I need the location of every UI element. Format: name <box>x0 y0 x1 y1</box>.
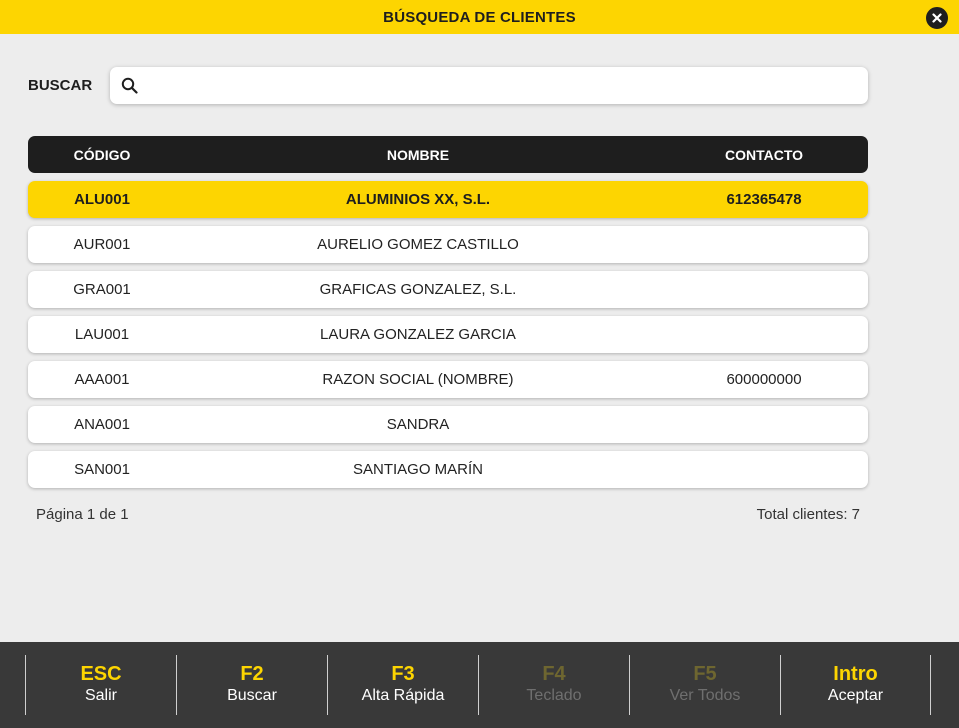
fkey-label: Teclado <box>526 687 582 704</box>
column-header-contact[interactable]: CONTACTO <box>660 147 868 163</box>
search-label: BUSCAR <box>28 77 93 94</box>
intro-accept-button[interactable]: Intro Aceptar <box>780 655 931 715</box>
cell-name: ALUMINIOS XX, S.L. <box>345 191 491 208</box>
cell-name: SANTIAGO MARÍN <box>352 461 483 478</box>
table-row[interactable]: AUR001 AURELIO GOMEZ CASTILLO <box>28 226 868 263</box>
cell-name: LAURA GONZALEZ GARCIA <box>320 326 516 343</box>
f4-keyboard-button[interactable]: F4 Teclado <box>478 655 629 715</box>
cell-code: AAA001 <box>74 371 130 388</box>
f5-view-all-button[interactable]: F5 Ver Todos <box>629 655 780 715</box>
total-clients: Total clientes: 7 <box>756 506 860 523</box>
cell-code: ANA001 <box>74 416 130 433</box>
fkey-key: F2 <box>240 663 264 685</box>
cell-contact: 612365478 <box>726 191 802 208</box>
fkey-label: Ver Todos <box>669 687 741 704</box>
clients-table: CÓDIGO NOMBRE CONTACTO ALU001 ALUMINIOS … <box>28 136 868 488</box>
table-row[interactable]: AAA001 RAZON SOCIAL (NOMBRE) 600000000 <box>28 361 868 398</box>
esc-exit-button[interactable]: ESC Salir <box>25 655 176 715</box>
cell-name: SANDRA <box>386 416 450 433</box>
search-icon <box>121 77 138 94</box>
fkey-key: F5 <box>693 663 717 685</box>
cell-code: ALU001 <box>74 191 130 208</box>
column-header-name[interactable]: NOMBRE <box>176 147 660 163</box>
cell-name: AURELIO GOMEZ CASTILLO <box>317 236 519 253</box>
cell-contact: 600000000 <box>726 371 802 388</box>
function-key-bar: ESC Salir F2 Buscar F3 Alta Rápida F4 Te… <box>0 642 959 728</box>
search-row: BUSCAR <box>28 67 868 104</box>
search-box[interactable] <box>110 67 868 104</box>
cell-code: SAN001 <box>74 461 130 478</box>
cell-code: GRA001 <box>73 281 131 298</box>
cell-code: AUR001 <box>73 236 131 253</box>
cell-code: LAU001 <box>74 326 130 343</box>
search-input[interactable] <box>146 77 868 94</box>
fkey-label: Buscar <box>227 687 277 704</box>
f2-search-button[interactable]: F2 Buscar <box>176 655 327 715</box>
fkey-key: Intro <box>833 663 878 685</box>
cell-name: GRAFICAS GONZALEZ, S.L. <box>319 281 517 298</box>
table-row[interactable]: SAN001 SANTIAGO MARÍN <box>28 451 868 488</box>
fkey-key: F4 <box>542 663 566 685</box>
fkey-key: F3 <box>391 663 415 685</box>
f3-quick-add-button[interactable]: F3 Alta Rápida <box>327 655 478 715</box>
table-row[interactable]: ALU001 ALUMINIOS XX, S.L. 612365478 <box>28 181 868 218</box>
close-button[interactable] <box>924 5 950 31</box>
page-indicator: Página 1 de 1 <box>36 506 129 523</box>
fkey-label: Aceptar <box>827 687 884 704</box>
table-row[interactable]: ANA001 SANDRA <box>28 406 868 443</box>
title-bar: BÚSQUEDA DE CLIENTES <box>0 0 959 34</box>
close-icon <box>932 13 942 23</box>
fkey-label: Alta Rápida <box>361 687 445 704</box>
table-row[interactable]: LAU001 LAURA GONZALEZ GARCIA <box>28 316 868 353</box>
column-header-code[interactable]: CÓDIGO <box>28 147 176 163</box>
fkey-key: ESC <box>80 663 122 685</box>
table-row[interactable]: GRA001 GRAFICAS GONZALEZ, S.L. <box>28 271 868 308</box>
cell-name: RAZON SOCIAL (NOMBRE) <box>322 371 514 388</box>
table-header: CÓDIGO NOMBRE CONTACTO <box>28 136 868 173</box>
window-title: BÚSQUEDA DE CLIENTES <box>383 8 576 26</box>
fkey-label: Salir <box>84 687 117 704</box>
